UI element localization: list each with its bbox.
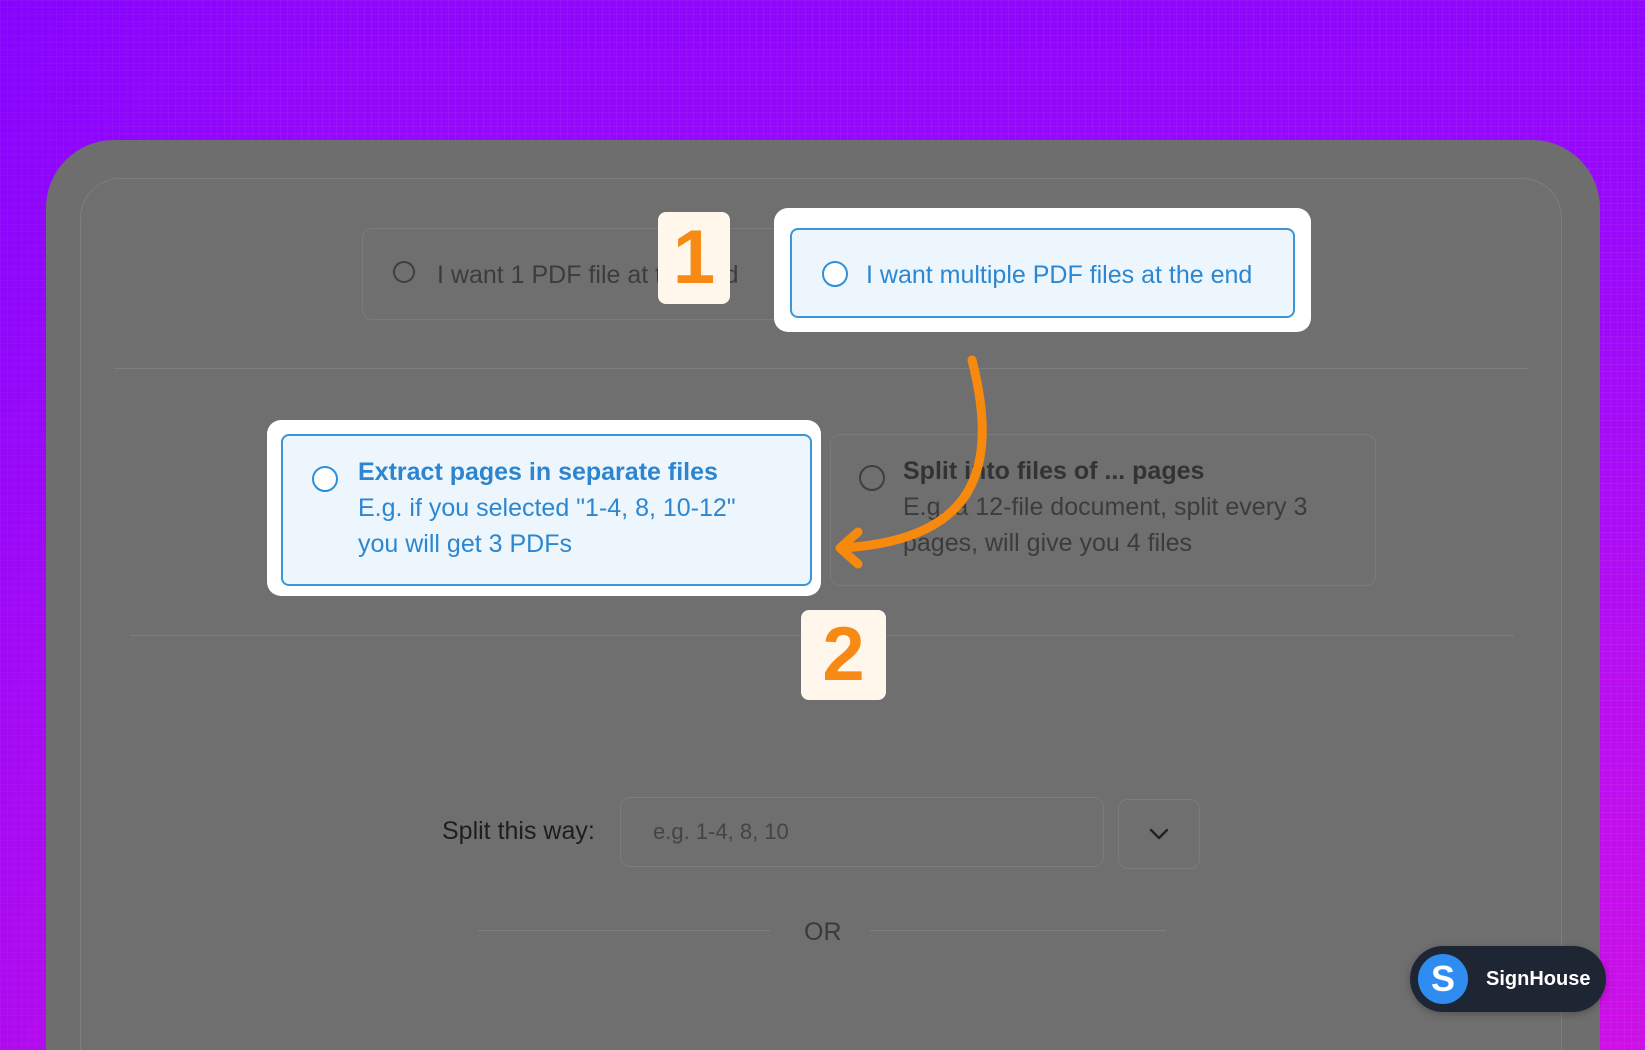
or-separator-label: OR bbox=[804, 918, 842, 946]
split-options-dropdown[interactable] bbox=[1118, 799, 1200, 869]
option-extract-pages-desc-2: you will get 3 PDFs bbox=[358, 530, 572, 558]
radio-multiple-pdf[interactable] bbox=[822, 261, 848, 287]
option-multiple-pdf[interactable]: I want multiple PDF files at the end bbox=[790, 228, 1295, 318]
option-multiple-pdf-label: I want multiple PDF files at the end bbox=[866, 261, 1253, 289]
signhouse-badge: S SignHouse bbox=[1410, 946, 1606, 1012]
signhouse-logo-icon: S bbox=[1418, 954, 1468, 1004]
radio-single-pdf[interactable] bbox=[393, 261, 415, 283]
signhouse-name: SignHouse bbox=[1486, 967, 1591, 990]
chevron-down-icon bbox=[1149, 828, 1169, 840]
radio-extract-pages[interactable] bbox=[312, 466, 338, 492]
divider-or-left bbox=[478, 930, 770, 931]
split-pages-input[interactable] bbox=[620, 797, 1104, 867]
divider-top bbox=[114, 368, 1528, 369]
option-extract-pages-desc-1: E.g. if you selected "1-4, 8, 10-12" bbox=[358, 494, 736, 522]
option-extract-pages[interactable]: Extract pages in separate files E.g. if … bbox=[281, 434, 812, 586]
option-split-pages[interactable]: Split into files of ... pages E.g. a 12-… bbox=[830, 434, 1376, 586]
option-extract-pages-title: Extract pages in separate files bbox=[358, 458, 718, 486]
radio-split-pages[interactable] bbox=[859, 465, 885, 491]
option-split-pages-desc-1: E.g. a 12-file document, split every 3 bbox=[903, 493, 1308, 521]
option-split-pages-title: Split into files of ... pages bbox=[903, 457, 1205, 485]
option-split-pages-desc-2: pages, will give you 4 files bbox=[903, 529, 1193, 557]
step-2-badge: 2 bbox=[801, 610, 886, 700]
step-1-badge: 1 bbox=[658, 212, 730, 304]
split-way-label: Split this way: bbox=[442, 817, 595, 845]
divider-or-right bbox=[870, 930, 1166, 931]
